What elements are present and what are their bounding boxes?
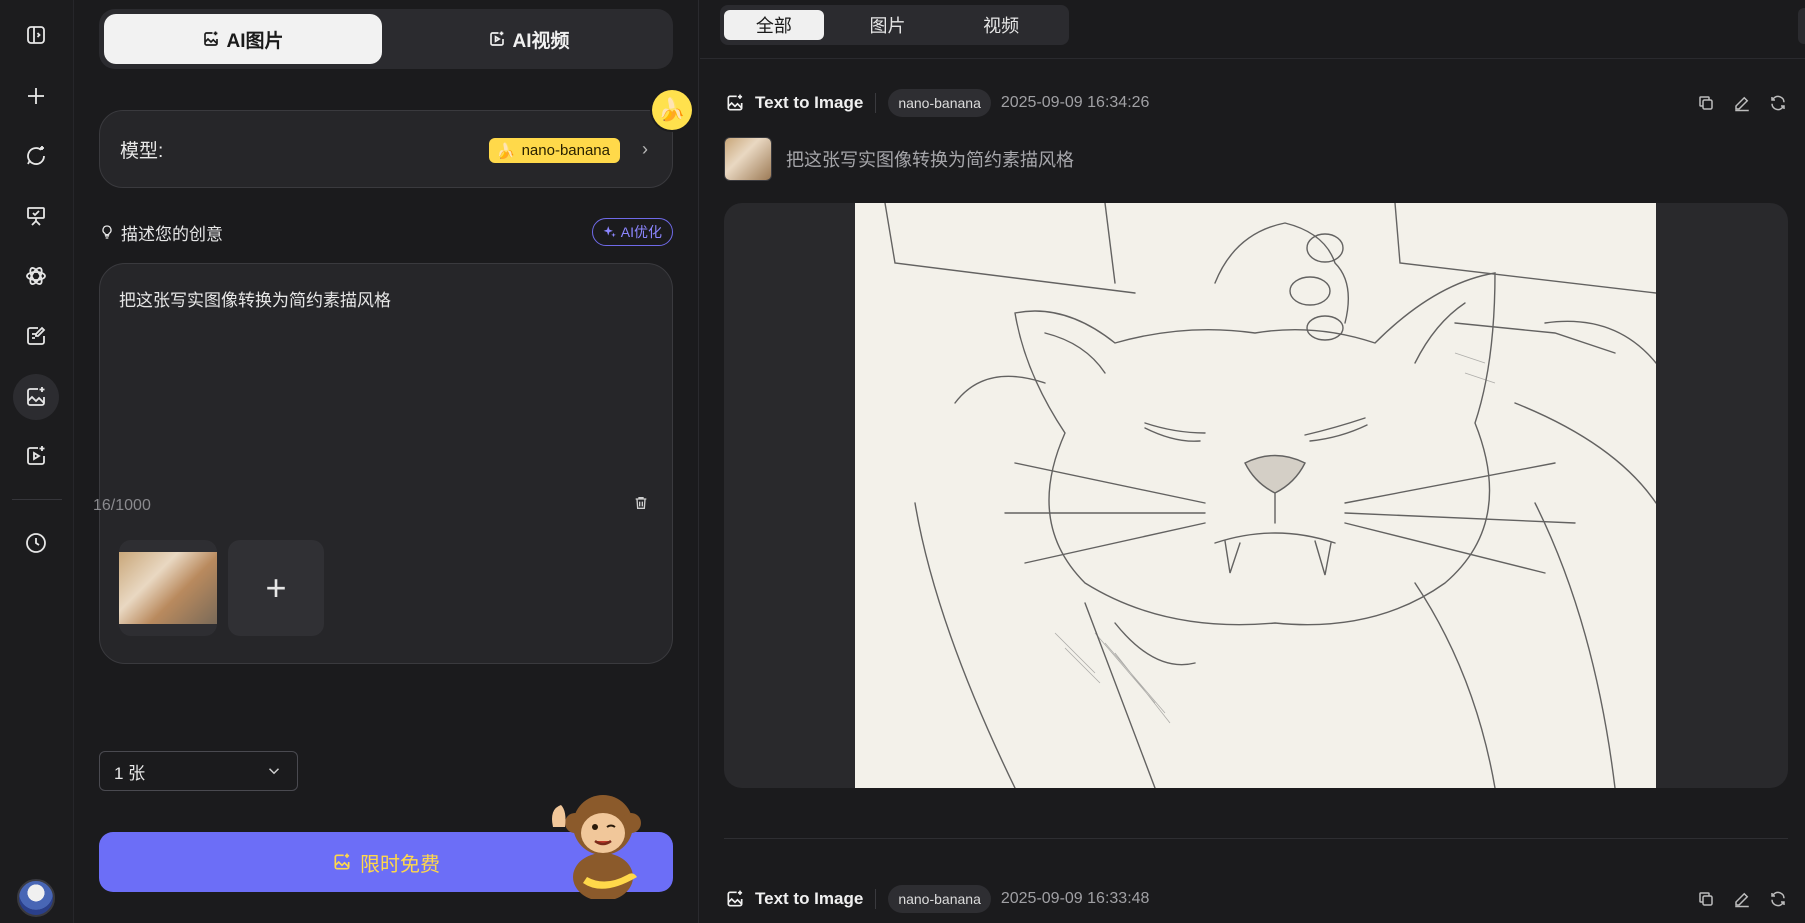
generation-type: Text to Image [755,889,864,908]
user-avatar[interactable] [17,879,55,917]
mode-switch: AI图片 AI视频 [99,9,673,69]
add-image-button[interactable]: + [228,540,324,636]
edit-button[interactable] [1733,890,1751,908]
banana-icon: 🍌 [652,90,692,130]
refresh-icon [1771,95,1785,111]
pencil-icon [1735,892,1749,908]
idea-title: 描述您的创意 [121,224,223,244]
trash-icon [635,497,647,509]
model-selector[interactable]: 模型: 🍌 nano-banana › [99,110,673,188]
generation-prompt: 把这张写实图像转换为简约素描风格 [786,150,1074,170]
generation-time: 2025-09-09 16:33:48 [1000,890,1150,907]
ai-writing-button[interactable] [13,313,59,359]
video-sparkle-icon [27,446,45,465]
reference-thumb[interactable] [724,137,772,181]
idea-header: 描述您的创意 AI优化 [99,218,673,246]
video-sparkle-icon [490,31,505,46]
tab-ai-video-label: AI视频 [512,30,570,52]
banana-icon: 🍌 [496,142,516,160]
copy-button[interactable] [1697,94,1715,112]
tab-all[interactable]: 全部 [724,10,824,40]
icon-rail [0,0,74,923]
tab-ai-image[interactable]: AI图片 [104,14,382,64]
generation-time: 2025-09-09 16:34:26 [1000,94,1150,111]
tab-videos[interactable]: 视频 [951,10,1051,40]
generation-prompt-row: 把这张写实图像转换为简约素描风格 [724,137,1074,181]
ai-model-button[interactable] [13,253,59,299]
regenerate-button[interactable] [1769,94,1787,112]
tab-ai-video[interactable]: AI视频 [390,14,668,64]
reference-image [119,552,217,624]
tab-images[interactable]: 图片 [838,10,938,40]
chat-sparkle-icon [27,146,45,165]
model-label: 模型: [120,140,164,162]
generation-type: Text to Image [755,93,864,112]
ai-image-button[interactable] [13,374,59,420]
separator [875,93,877,113]
model-value: nano-banana [521,142,610,159]
image-sparkle-icon [27,387,45,406]
generate-label: 限时免费 [360,853,440,876]
sidebar-toggle-button[interactable] [13,12,59,58]
tab-ai-image-label: AI图片 [226,30,284,52]
generation-header: Text to Image nano-banana 2025-09-09 16:… [725,884,1149,914]
plus-icon [28,88,44,104]
model-badge: 🍌 nano-banana [488,138,620,163]
edit-button[interactable] [1733,94,1751,112]
refresh-icon [1771,891,1785,907]
sparkle-icon [603,226,616,238]
generation-divider [724,838,1788,839]
image-sparkle-icon [727,94,743,111]
ai-optimize-button[interactable]: AI优化 [591,218,673,246]
image-sparkle-icon [727,890,743,907]
regenerate-button[interactable] [1769,890,1787,908]
ai-video-button[interactable] [13,433,59,479]
image-sparkle-icon [334,853,350,870]
model-tag: nano-banana [888,89,991,117]
char-counter: 16/1000 [93,497,151,514]
separator [875,889,877,909]
scroll-handle[interactable] [1798,8,1805,44]
generated-sketch-image[interactable] [855,203,1656,788]
copy-icon [1699,96,1713,110]
presentation-button[interactable] [13,193,59,239]
image-sparkle-icon [204,31,219,46]
chevron-down-icon [268,768,280,775]
image-count-value: 1 张 [114,763,146,783]
pencil-icon [1735,96,1749,112]
rail-divider [12,499,62,500]
copy-icon [1699,892,1713,906]
presentation-icon [27,207,45,226]
results-area: 全部 图片 视频 Text to Image nano-banana 2025-… [700,0,1805,923]
ai-chat-button[interactable] [13,133,59,179]
history-button[interactable] [13,520,59,566]
edit-doc-icon [27,326,46,345]
clock-icon [26,533,46,553]
app-root: AI图片 AI视频 模型: 🍌 nano-banana › 🍌 描述您的创意 A… [0,0,1805,923]
generated-image-frame [724,203,1788,788]
image-count-select[interactable]: 1 张 [99,751,298,791]
chevron-right-icon: › [642,139,648,159]
header-divider [700,58,1805,59]
reference-image-thumb[interactable] [119,540,217,636]
new-button[interactable] [13,73,59,119]
generation-header: Text to Image nano-banana 2025-09-09 16:… [725,88,1149,118]
copy-button[interactable] [1697,890,1715,908]
atom-icon [26,267,46,285]
control-panel: AI图片 AI视频 模型: 🍌 nano-banana › 🍌 描述您的创意 A… [74,0,699,923]
clear-button[interactable] [633,494,649,517]
monkey-mascot [552,795,641,899]
model-tag: nano-banana [888,885,991,913]
plus-icon: + [265,567,287,608]
filter-tabs: 全部 图片 视频 [720,5,1069,45]
ai-optimize-label: AI优化 [620,224,662,240]
prompt-text: 把这张写实图像转换为简约素描风格 [119,291,391,310]
panel-icon [27,26,45,44]
lightbulb-icon [102,225,112,239]
generation-actions [1697,890,1787,908]
generation-actions [1697,94,1787,112]
